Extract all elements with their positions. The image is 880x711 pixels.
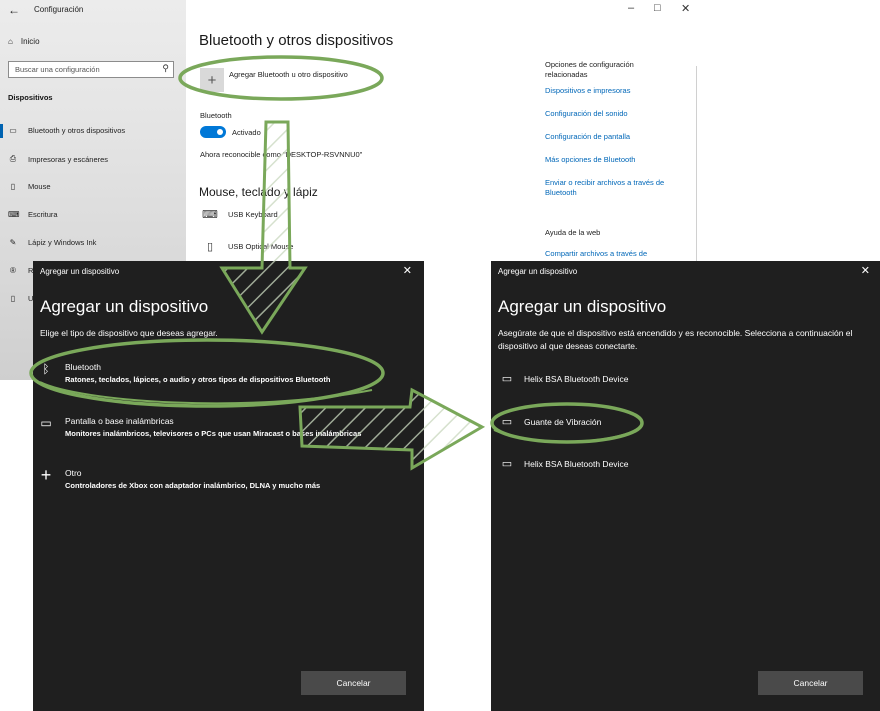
device-list-item[interactable]: ▭ Helix BSA Bluetooth Device	[498, 457, 629, 470]
section-title-mouse: Mouse, teclado y lápiz	[199, 185, 318, 199]
sidebar-home[interactable]: ⌂ Inicio	[8, 37, 40, 46]
dialog-heading: Agregar un dispositivo	[498, 297, 667, 316]
minimize-button[interactable]: –	[628, 2, 634, 14]
sidebar-item-typing[interactable]: ⌨ Escritura	[8, 210, 58, 219]
device-name: Helix BSA Bluetooth Device	[524, 373, 629, 384]
device-list-item[interactable]: ▭ Helix BSA Bluetooth Device	[498, 372, 629, 385]
option-other[interactable]: + Otro Controladores de Xbox con adaptad…	[37, 465, 321, 490]
option-wireless-display[interactable]: ▭ Pantalla o base inalámbricas Monitores…	[37, 416, 361, 438]
device-name: Guante de Vibración	[524, 416, 602, 427]
option-description: Monitores inalámbricos, televisores o PC…	[65, 429, 362, 438]
cancel-button[interactable]: Cancelar	[758, 671, 863, 695]
back-arrow-icon[interactable]: ←	[8, 3, 20, 17]
plus-icon: +	[207, 71, 217, 89]
window-title: Configuración	[34, 5, 84, 14]
add-device-label[interactable]: Agregar Bluetooth u otro dispositivo	[229, 70, 348, 79]
sidebar-section-title: Dispositivos	[8, 93, 53, 102]
device-row[interactable]: ⌨ USB Keyboard	[200, 208, 278, 221]
dialog-heading: Agregar un dispositivo	[40, 297, 209, 316]
related-link[interactable]: Dispositivos e impresoras	[545, 86, 685, 96]
monitor-icon: ▭	[501, 373, 513, 385]
sidebar-item-label: Impresoras y escáneres	[28, 154, 109, 164]
sidebar-item-bluetooth[interactable]: ▭ Bluetooth y otros dispositivos	[8, 126, 125, 135]
web-help-link[interactable]: Compartir archivos a través de	[545, 249, 685, 259]
discoverable-text: Ahora reconocible como "DESKTOP-RSVNNU0"	[200, 150, 363, 159]
home-icon: ⌂	[8, 37, 13, 46]
usb-icon: ▯	[10, 294, 16, 303]
bluetooth-label: Bluetooth	[200, 111, 232, 120]
option-name: Otro	[65, 468, 82, 478]
related-settings-heading: Opciones de configuración relacionadas	[545, 60, 634, 79]
sidebar-active-indicator	[0, 124, 3, 138]
sidebar-item-mouse[interactable]: ▯ Mouse	[8, 182, 51, 191]
device-name: Helix BSA Bluetooth Device	[524, 458, 629, 469]
page: ← Configuración ⌂ Inicio Buscar una conf…	[0, 0, 880, 711]
close-icon[interactable]: ✕	[861, 264, 870, 277]
computer-icon: ▭	[501, 416, 513, 428]
dialog-title: Agregar un dispositivo	[498, 267, 578, 276]
option-bluetooth[interactable]: ᛒ Bluetooth Ratones, teclados, lápices, …	[37, 362, 330, 384]
sidebar-item-autoplay[interactable]: ® R	[8, 266, 33, 275]
search-icon[interactable]: ⚲	[162, 63, 169, 74]
option-name: Bluetooth	[65, 362, 101, 372]
related-link[interactable]: Configuración de pantalla	[545, 132, 685, 142]
add-device-dialog-list: Agregar un dispositivo ✕ Agregar un disp…	[491, 261, 880, 711]
bluetooth-toggle[interactable]	[200, 126, 226, 138]
sidebar-item-label: Lápiz y Windows Ink	[28, 238, 97, 247]
monitor-icon: ▭	[501, 458, 513, 470]
mouse-icon: ▯	[206, 241, 214, 253]
maximize-button[interactable]: □	[654, 2, 661, 14]
option-name: Pantalla o base inalámbricas	[65, 416, 174, 426]
related-link[interactable]: Enviar o recibir archivos a través de Bl…	[545, 178, 675, 198]
related-link[interactable]: Configuración del sonido	[545, 109, 685, 119]
plus-icon: +	[40, 465, 52, 485]
sidebar-item-pen[interactable]: ✎ Lápiz y Windows Ink	[8, 238, 97, 247]
scrollbar-track[interactable]	[696, 66, 697, 262]
mouse-icon: ▯	[10, 182, 16, 191]
bluetooth-device-icon: ▭	[9, 126, 17, 135]
dialog-instruction: Asegúrate de que el dispositivo está enc…	[498, 328, 853, 351]
sidebar-item-usb[interactable]: ▯ U	[8, 294, 34, 303]
sidebar-item-printers[interactable]: ⎙ Impresoras y escáneres	[8, 154, 108, 164]
close-button[interactable]: ✕	[681, 2, 690, 15]
search-placeholder: Buscar una configuración	[15, 65, 100, 74]
device-row[interactable]: ▯ USB Optical Mouse	[200, 240, 293, 253]
dialog-title: Agregar un dispositivo	[40, 267, 120, 276]
option-description: Controladores de Xbox con adaptador inal…	[65, 481, 321, 490]
close-icon[interactable]: ✕	[403, 264, 412, 277]
keyboard-icon: ⌨	[8, 210, 20, 219]
device-name: USB Keyboard	[228, 210, 278, 219]
device-name: USB Optical Mouse	[228, 242, 294, 251]
sidebar-item-label: Mouse	[28, 182, 51, 191]
printer-icon: ⎙	[9, 154, 17, 163]
add-device-button[interactable]: +	[200, 68, 224, 92]
toggle-state-text: Activado	[232, 128, 261, 137]
sidebar-item-label: Bluetooth y otros dispositivos	[28, 126, 126, 135]
option-description: Ratones, teclados, lápices, o audio y ot…	[65, 375, 331, 384]
pen-icon: ✎	[9, 238, 17, 247]
add-device-dialog-type: Agregar un dispositivo ✕ Agregar un disp…	[33, 261, 424, 711]
device-list-item[interactable]: ▭ Guante de Vibración	[498, 415, 602, 428]
sidebar-home-label: Inicio	[20, 37, 40, 46]
sidebar-item-label: Escritura	[28, 210, 58, 219]
autoplay-icon: ®	[10, 266, 16, 275]
search-input[interactable]: Buscar una configuración ⚲	[8, 61, 174, 78]
page-title: Bluetooth y otros dispositivos	[199, 32, 394, 49]
keyboard-icon: ⌨	[202, 209, 218, 221]
cancel-button[interactable]: Cancelar	[301, 671, 406, 695]
web-help-heading: Ayuda de la web	[545, 228, 601, 237]
related-link[interactable]: Más opciones de Bluetooth	[545, 155, 685, 165]
monitor-icon: ▭	[40, 416, 52, 430]
bluetooth-icon: ᛒ	[42, 362, 50, 376]
dialog-instruction: Elige el tipo de dispositivo que deseas …	[40, 328, 218, 338]
